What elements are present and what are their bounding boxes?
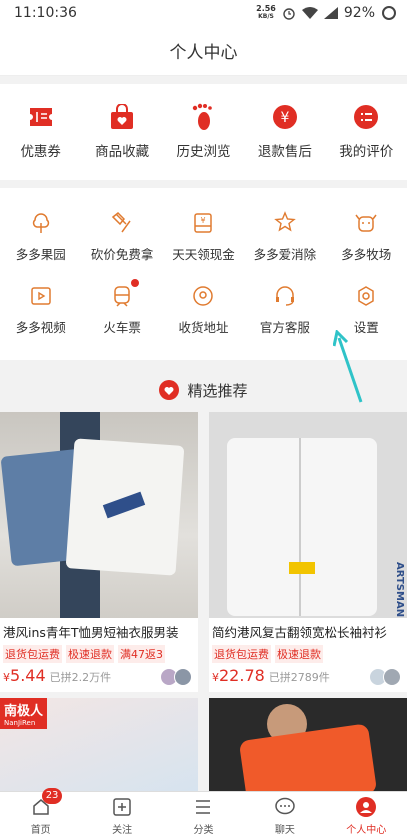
brand-logo: 南极人 NanJiRen	[0, 698, 48, 729]
headset-icon	[272, 283, 298, 309]
recommend-header: 精选推荐	[0, 368, 407, 412]
service-match[interactable]: 多多爱消除	[244, 210, 325, 263]
page-title: 个人中心	[169, 43, 238, 63]
quick-actions: 优惠券 商品收藏 历史浏览 ¥ 退款售后 我的评价	[0, 84, 407, 180]
tab-home[interactable]: 23 首页	[1, 787, 81, 836]
wifi-icon	[301, 7, 318, 19]
battery-percent: 92%	[343, 5, 375, 21]
product-image	[0, 412, 198, 618]
footprint-icon	[190, 103, 216, 130]
video-icon	[28, 283, 54, 309]
product-tags: 退货包运费 极速退款 满47返3	[0, 641, 198, 663]
settings-gear-icon	[353, 283, 379, 309]
tab-chat[interactable]: 聊天	[245, 796, 325, 836]
quick-reviews[interactable]: 我的评价	[327, 104, 405, 160]
product-grid: 港风ins青年T恤男短袖衣服男装 退货包运费 极速退款 满47返3 ¥5.44 …	[0, 412, 407, 692]
avatar	[174, 668, 192, 686]
cow-icon	[353, 210, 379, 236]
service-support[interactable]: 官方客服	[244, 283, 325, 336]
axe-icon	[109, 210, 135, 236]
product-tag: 极速退款	[275, 645, 323, 663]
bag-heart-icon	[109, 104, 135, 130]
service-settings[interactable]: 设置	[326, 283, 407, 336]
profile-icon	[355, 796, 377, 818]
net-speed: 2.56 KB/S	[256, 4, 276, 21]
alarm-icon	[283, 8, 295, 20]
service-train[interactable]: 火车票	[81, 279, 162, 336]
quick-coupon[interactable]: 优惠券	[2, 104, 80, 160]
plus-box-icon	[111, 796, 133, 818]
product-price: ¥22.78	[212, 666, 265, 685]
home-badge: 23	[41, 787, 63, 804]
svg-text:¥: ¥	[201, 216, 206, 225]
service-orchard[interactable]: 多多果园	[0, 210, 81, 263]
image-text: ARTSMAN	[394, 562, 405, 618]
bottom-tab-bar: 23 首页 关注 分类 聊天 个人中心	[0, 787, 407, 839]
product-sold-count: 已拼2789件	[268, 671, 330, 684]
buyer-avatars	[160, 668, 192, 686]
tab-profile[interactable]: 个人中心	[326, 796, 406, 836]
product-tag: 极速退款	[66, 645, 114, 663]
chat-bubble-icon	[274, 796, 296, 818]
product-image: ARTSMAN	[209, 412, 407, 618]
service-bargain[interactable]: 砍价免费拿	[81, 210, 162, 263]
product-tag: 满47返3	[118, 645, 165, 663]
product-card[interactable]: 港风ins青年T恤男短袖衣服男装 退货包运费 极速退款 满47返3 ¥5.44 …	[0, 412, 198, 692]
train-icon	[109, 279, 140, 309]
product-tags: 退货包运费 极速退款	[209, 641, 407, 663]
product-title: 港风ins青年T恤男短袖衣服男装	[3, 625, 179, 640]
status-time: 11:10:36	[14, 5, 77, 21]
service-ranch[interactable]: 多多牧场	[326, 210, 407, 263]
quick-refund[interactable]: ¥ 退款售后	[246, 104, 324, 160]
comment-list-icon	[353, 104, 379, 130]
home-icon: 23	[30, 787, 63, 818]
star-wand-icon	[272, 210, 298, 236]
service-cash[interactable]: ¥ 天天领现金	[163, 210, 244, 263]
tree-icon	[28, 210, 54, 236]
heart-icon	[159, 380, 180, 400]
status-bar: 11:10:36 2.56 KB/S 92%	[0, 0, 407, 26]
product-tag: 退货包运费	[3, 645, 62, 663]
product-title: 简约港风复古翻领宽松长袖衬衫	[212, 625, 388, 640]
service-video[interactable]: 多多视频	[0, 283, 81, 336]
product-image[interactable]: 南极人 NanJiRen	[0, 698, 198, 792]
recommend-title: 精选推荐	[187, 381, 248, 400]
tab-follow[interactable]: 关注	[82, 796, 162, 836]
buyer-avatars	[369, 668, 401, 686]
quick-history[interactable]: 历史浏览	[164, 103, 242, 160]
product-price: ¥5.44	[3, 666, 46, 685]
product-card[interactable]: ARTSMAN 简约港风复古翻领宽松长袖衬衫 退货包运费 极速退款 ¥22.78…	[209, 412, 407, 692]
coupon-icon	[28, 104, 54, 130]
page-header: 个人中心	[0, 26, 407, 76]
signal-icon	[323, 7, 338, 19]
product-image[interactable]	[209, 698, 407, 792]
notification-dot	[131, 279, 140, 287]
avatar	[383, 668, 401, 686]
yen-circle-icon: ¥	[272, 104, 298, 130]
svg-text:¥: ¥	[280, 110, 289, 126]
cash-box-icon: ¥	[190, 210, 216, 236]
menu-lines-icon	[192, 796, 214, 818]
product-tag: 退货包运费	[212, 645, 271, 663]
product-grid-row2: 南极人 NanJiRen	[0, 698, 407, 792]
battery-ring-icon	[382, 6, 396, 20]
location-icon	[190, 283, 216, 309]
tab-category[interactable]: 分类	[163, 796, 243, 836]
quick-favorites[interactable]: 商品收藏	[83, 104, 161, 160]
service-address[interactable]: 收货地址	[163, 283, 244, 336]
product-sold-count: 已拼2.2万件	[49, 671, 112, 684]
